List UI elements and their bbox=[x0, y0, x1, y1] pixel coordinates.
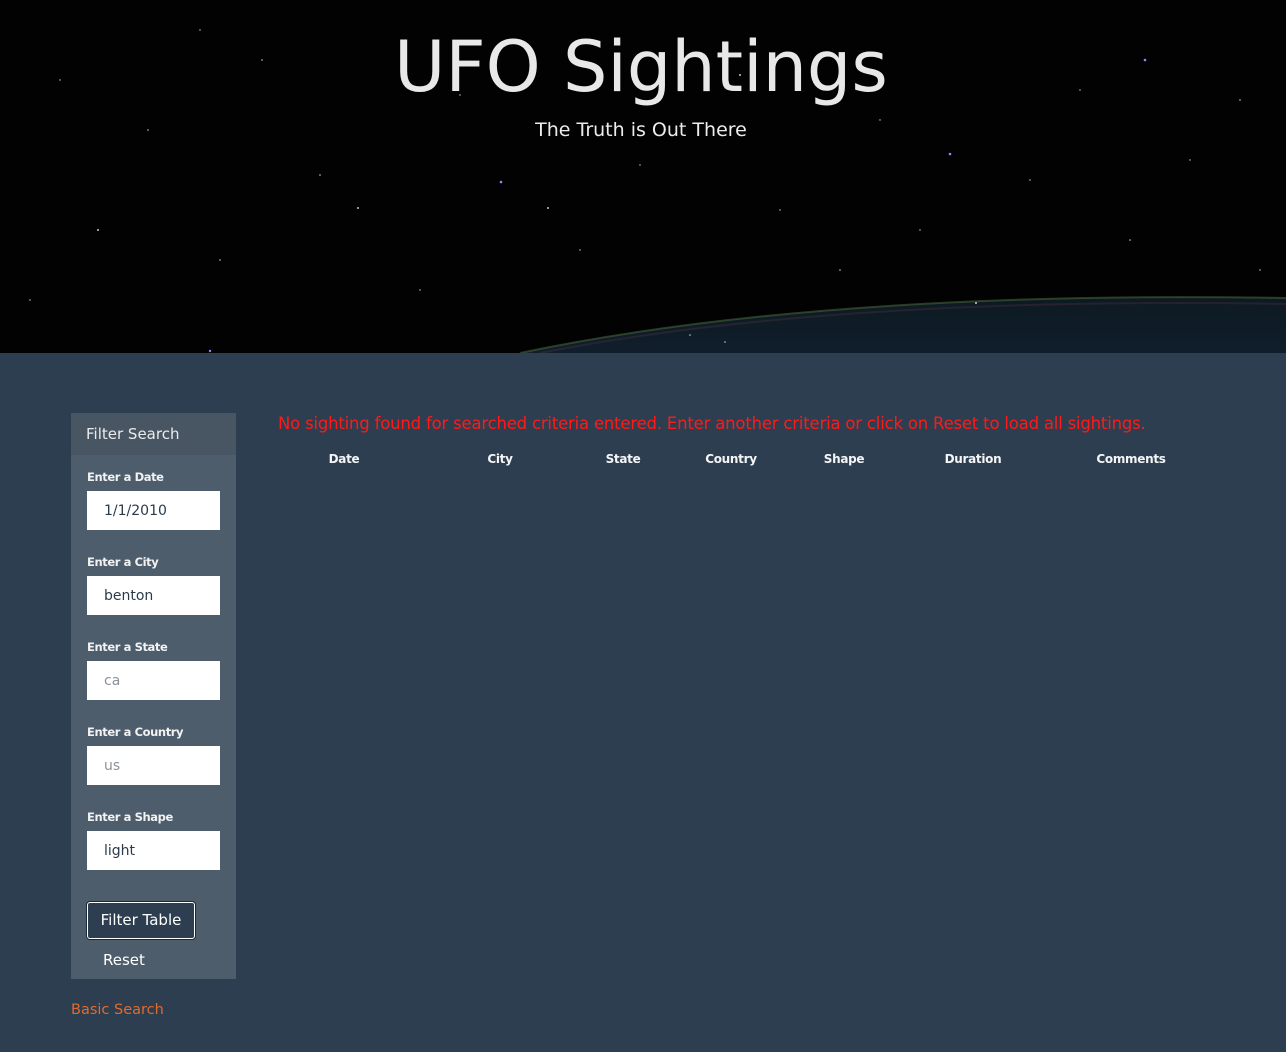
column-header-state: State bbox=[605, 452, 641, 466]
column-header-date: Date bbox=[328, 452, 360, 466]
shape-label: Enter a Shape bbox=[87, 810, 173, 824]
hero-banner: UFO Sightings The Truth is Out There bbox=[0, 0, 1286, 353]
state-input[interactable] bbox=[87, 661, 220, 700]
date-input[interactable] bbox=[87, 491, 220, 530]
state-label: Enter a State bbox=[87, 640, 168, 654]
country-label: Enter a Country bbox=[87, 725, 184, 739]
filter-table-button[interactable]: Filter Table bbox=[87, 902, 195, 939]
basic-search-link[interactable]: Basic Search bbox=[71, 1001, 164, 1019]
column-header-comments: Comments bbox=[1096, 452, 1166, 466]
page-title: UFO Sightings bbox=[394, 26, 888, 108]
page-subtitle: The Truth is Out There bbox=[535, 119, 747, 141]
filter-sidebar: Filter Search Enter a Date Enter a City … bbox=[71, 413, 236, 979]
city-input[interactable] bbox=[87, 576, 220, 615]
no-results-message: No sighting found for searched criteria … bbox=[278, 414, 1146, 433]
filter-search-heading: Filter Search bbox=[71, 413, 236, 455]
city-label: Enter a City bbox=[87, 555, 159, 569]
shape-input[interactable] bbox=[87, 831, 220, 870]
column-header-city: City bbox=[487, 452, 513, 466]
column-header-duration: Duration bbox=[944, 452, 1002, 466]
column-header-country: Country bbox=[705, 452, 757, 466]
column-header-shape: Shape bbox=[823, 452, 865, 466]
reset-button[interactable]: Reset bbox=[87, 948, 187, 972]
country-input[interactable] bbox=[87, 746, 220, 785]
date-label: Enter a Date bbox=[87, 470, 164, 484]
